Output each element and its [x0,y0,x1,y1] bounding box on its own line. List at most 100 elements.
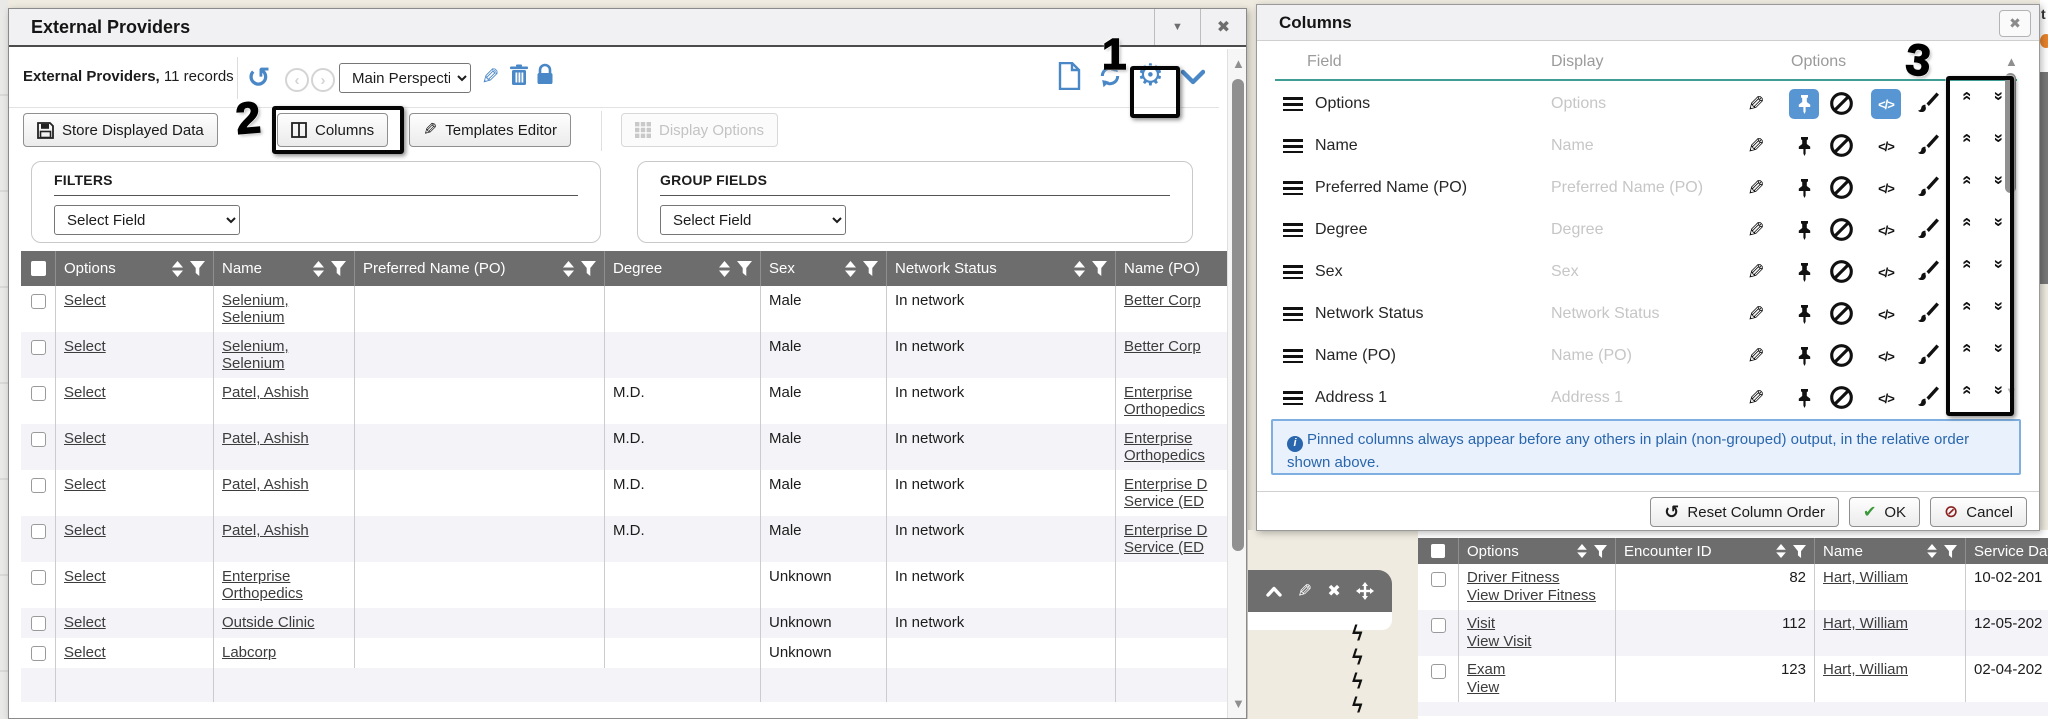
drag-handle-icon[interactable] [1283,265,1303,279]
hide-ban-icon[interactable] [1829,259,1854,284]
remove-icon[interactable]: ✖ [1327,581,1340,601]
enc-col-encounter-id[interactable]: Encounter ID [1616,538,1815,564]
style-brush-icon[interactable] [1917,259,1940,282]
perspective-select[interactable]: Main Perspective [339,63,471,93]
style-brush-icon[interactable] [1917,385,1940,408]
drag-handle-icon[interactable] [1283,139,1303,153]
pin-icon[interactable] [1789,131,1819,161]
sort-icon[interactable] [1074,261,1085,277]
rename-pencil-icon[interactable]: ✎ [1747,386,1765,411]
field-row[interactable]: Name Name ✎ </> « « [1257,125,2027,167]
code-icon[interactable]: </> [1871,215,1901,245]
pin-icon[interactable] [1789,89,1819,119]
select-link[interactable]: Select [64,338,106,355]
hide-ban-icon[interactable] [1829,217,1854,242]
enc-row-checkbox[interactable] [1431,664,1446,679]
code-icon[interactable]: </> [1871,383,1901,413]
field-row[interactable]: Options Options ✎ </> « « [1257,83,2027,125]
name-po-link[interactable]: Enterprise Orthopedics [1124,430,1205,464]
filters-field-select[interactable]: Select Field [54,205,240,235]
group-fields-select[interactable]: Select Field [660,205,846,235]
pin-icon[interactable] [1789,341,1819,371]
patient-name-link[interactable]: Hart, William [1823,569,1908,586]
drag-handle-icon[interactable] [1283,97,1303,111]
name-po-link[interactable]: Enterprise D Service (ED [1124,522,1207,556]
provider-name-link[interactable]: Labcorp [222,644,276,661]
rename-pencil-icon[interactable]: ✎ [1747,344,1765,369]
style-brush-icon[interactable] [1917,343,1940,366]
filter-icon[interactable] [331,261,346,276]
pin-icon[interactable] [1789,173,1819,203]
scroll-up-icon[interactable]: ▲ [1232,57,1245,70]
display-options-button[interactable]: Display Options [621,113,778,147]
encounter-view-link[interactable]: View Driver Fitness [1467,587,1596,604]
drag-handle-icon[interactable] [1283,349,1303,363]
enc-row-checkbox[interactable] [1431,618,1446,633]
style-brush-icon[interactable] [1917,217,1940,240]
code-icon[interactable]: </> [1871,341,1901,371]
style-brush-icon[interactable] [1917,91,1940,114]
filter-icon[interactable] [1944,545,1957,558]
patient-name-link[interactable]: Hart, William [1823,615,1908,632]
drag-handle-icon[interactable] [1283,391,1303,405]
provider-name-link[interactable]: Patel, Ashish [222,476,309,493]
pin-icon[interactable] [1789,383,1819,413]
style-brush-icon[interactable] [1917,175,1940,198]
field-row[interactable]: Sex Sex ✎ </> « « [1257,251,2027,293]
encounter-view-link[interactable]: View [1467,679,1499,696]
encounter-type-link[interactable]: Driver Fitness [1467,569,1560,586]
ok-button[interactable]: ✔ OK [1849,497,1920,527]
row-checkbox[interactable] [31,478,46,493]
select-link[interactable]: Select [64,614,106,631]
enc-col-name[interactable]: Name [1815,538,1966,564]
name-po-link[interactable]: Better Corp [1124,292,1201,309]
nav-forward-icon[interactable]: › [311,68,335,92]
new-document-icon[interactable] [1057,62,1081,90]
filter-icon[interactable] [1793,545,1806,558]
filter-icon[interactable] [190,261,205,276]
row-checkbox[interactable] [31,646,46,661]
rename-pencil-icon[interactable]: ✎ [1747,176,1765,201]
col-header-sex[interactable]: Sex [761,251,887,286]
hide-ban-icon[interactable] [1829,91,1854,116]
row-checkbox[interactable] [31,524,46,539]
filter-icon[interactable] [863,261,878,276]
filter-icon[interactable] [737,261,752,276]
hide-ban-icon[interactable] [1829,385,1854,410]
col-header-name[interactable]: Name [214,251,355,286]
undo-icon[interactable]: ↺ [247,61,270,94]
provider-name-link[interactable]: Patel, Ashish [222,522,309,539]
hide-ban-icon[interactable] [1829,301,1854,326]
select-link[interactable]: Select [64,292,106,309]
dialog-scroll-up-icon[interactable]: ▲ [2005,55,2018,68]
delete-perspective-icon[interactable] [509,64,529,86]
code-icon[interactable]: </> [1871,173,1901,203]
encounter-view-link[interactable]: View Visit [1467,633,1531,650]
sort-icon[interactable] [1927,544,1937,558]
edit-icon[interactable]: ✎ [1297,581,1312,602]
filter-icon[interactable] [1594,545,1607,558]
row-checkbox[interactable] [31,616,46,631]
window-close-button[interactable]: ✖ [1200,9,1246,45]
filter-icon[interactable] [1092,261,1107,276]
name-po-link[interactable]: Enterprise D Service (ED [1124,476,1207,510]
select-link[interactable]: Select [64,384,106,401]
encounter-type-link[interactable]: Visit [1467,615,1495,632]
select-link[interactable]: Select [64,568,106,585]
pin-icon[interactable] [1789,299,1819,329]
provider-name-link[interactable]: Enterprise Orthopedics [222,568,303,602]
row-checkbox[interactable] [31,432,46,447]
field-row[interactable]: Name (PO) Name (PO) ✎ </> « « [1257,335,2027,377]
name-po-link[interactable]: Enterprise Orthopedics [1124,384,1205,418]
drag-handle-icon[interactable] [1283,181,1303,195]
field-row[interactable]: Degree Degree ✎ </> « « [1257,209,2027,251]
col-header-preferred-name[interactable]: Preferred Name (PO) [355,251,605,286]
row-checkbox[interactable] [31,340,46,355]
scroll-thumb[interactable] [1232,79,1244,551]
reset-column-order-button[interactable]: ↺ Reset Column Order [1650,497,1839,527]
row-checkbox[interactable] [31,386,46,401]
sort-icon[interactable] [313,261,324,277]
rename-pencil-icon[interactable]: ✎ [1747,260,1765,285]
row-checkbox[interactable] [31,294,46,309]
dialog-close-button[interactable]: ✖ [1999,10,2031,37]
